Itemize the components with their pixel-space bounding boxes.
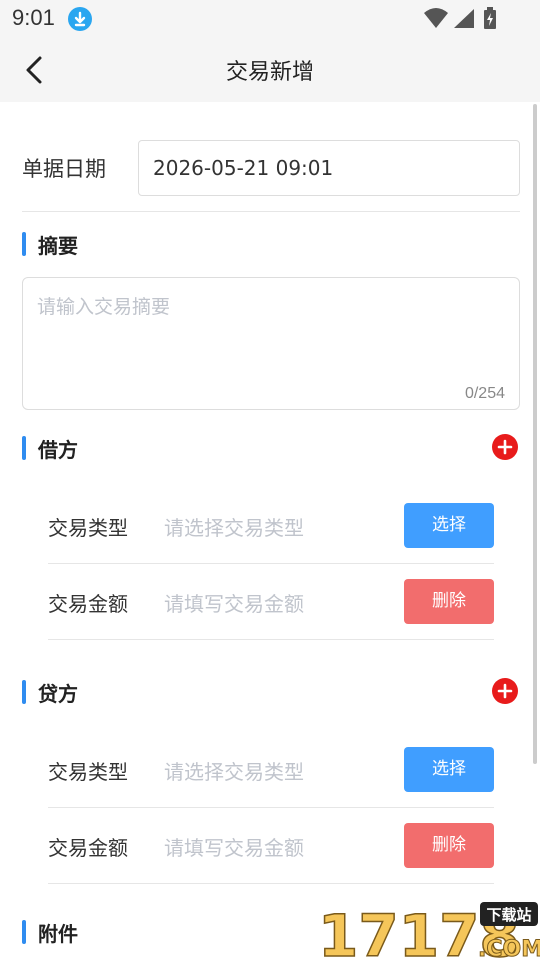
page-title: 交易新增: [225, 60, 314, 85]
status-time: 9:01: [12, 5, 55, 30]
status-icons: [424, 7, 496, 29]
debit-type-label: 交易类型: [48, 516, 128, 540]
credit-section-header: 贷方: [22, 678, 520, 706]
section-accent-bar: [22, 436, 26, 460]
download-icon: [68, 7, 92, 31]
summary-title: 摘要: [38, 234, 78, 258]
summary-box: 0/254: [22, 277, 520, 410]
section-accent-bar: [22, 680, 26, 704]
status-bar: 9:01: [0, 0, 540, 38]
debit-amount-row: 交易金额 请填写交易金额 删除: [48, 564, 494, 640]
date-label: 单据日期: [22, 157, 106, 181]
credit-amount-label: 交易金额: [48, 836, 128, 860]
debit-amount-label: 交易金额: [48, 592, 128, 616]
summary-input[interactable]: [37, 292, 507, 382]
summary-section-header: 摘要: [22, 230, 520, 258]
credit-type-label: 交易类型: [48, 760, 128, 784]
add-debit-icon[interactable]: [492, 434, 518, 460]
add-credit-icon[interactable]: [492, 678, 518, 704]
divider: [22, 211, 520, 212]
date-row: 单据日期 2026-05-21 09:01: [22, 140, 520, 196]
debit-delete-button[interactable]: 删除: [404, 579, 494, 624]
debit-section-header: 借方: [22, 434, 520, 462]
credit-type-row: 交易类型 请选择交易类型 选择: [48, 732, 494, 808]
credit-title: 贷方: [38, 682, 78, 706]
summary-char-counter: 0/254: [464, 385, 505, 402]
credit-type-field[interactable]: 请选择交易类型: [164, 756, 304, 785]
site-watermark-logo: 17178 下载站 .COM: [317, 901, 540, 960]
section-accent-bar: [22, 920, 26, 944]
section-accent-bar: [22, 232, 26, 256]
scrollbar[interactable]: [533, 104, 537, 764]
svg-text:.COM: .COM: [478, 937, 540, 960]
credit-select-button[interactable]: 选择: [404, 747, 494, 792]
battery-charging-icon: [484, 7, 496, 29]
svg-text:下载站: 下载站: [486, 906, 531, 924]
attachment-title: 附件: [38, 922, 78, 946]
debit-type-row: 交易类型 请选择交易类型 选择: [48, 488, 494, 564]
debit-title: 借方: [38, 438, 78, 462]
header: 交易新增: [0, 38, 540, 102]
debit-select-button[interactable]: 选择: [404, 503, 494, 548]
date-field[interactable]: 2026-05-21 09:01: [138, 140, 520, 196]
credit-amount-row: 交易金额 请填写交易金额 删除: [48, 808, 494, 884]
debit-type-field[interactable]: 请选择交易类型: [164, 512, 304, 541]
signal-icon: [454, 9, 474, 28]
credit-delete-button[interactable]: 删除: [404, 823, 494, 868]
debit-amount-field[interactable]: 请填写交易金额: [164, 588, 304, 617]
wifi-icon: [424, 8, 448, 28]
credit-amount-field[interactable]: 请填写交易金额: [164, 832, 304, 861]
